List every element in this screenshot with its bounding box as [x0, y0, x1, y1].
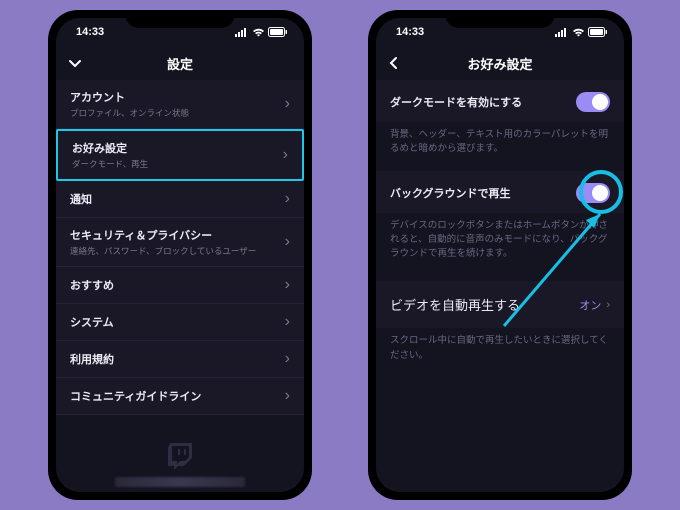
darkmode-toggle[interactable]	[576, 92, 610, 112]
back-button[interactable]	[386, 55, 402, 71]
status-icons	[235, 27, 288, 37]
row-bgplay: バックグラウンドで再生	[376, 171, 624, 213]
page-title: お好み設定	[467, 54, 532, 73]
row-system[interactable]: システム›	[56, 304, 304, 341]
notch	[445, 10, 555, 28]
chevron-right-icon: ›	[285, 387, 290, 405]
twitch-icon	[166, 441, 194, 471]
username-blurred	[115, 477, 245, 487]
battery-icon	[268, 27, 288, 37]
notch	[125, 10, 235, 28]
row-notifications[interactable]: 通知›	[56, 181, 304, 218]
status-time: 14:33	[392, 26, 424, 38]
darkmode-label: ダークモードを有効にする	[390, 94, 522, 110]
phone-right: 14:33 お好み設定 ダークモードを有効にする 背景、ヘッダー、テキスト用のカ…	[368, 10, 632, 500]
wifi-icon	[572, 28, 585, 37]
autoplay-value: オン›	[579, 297, 610, 313]
autoplay-label: ビデオを自動再生する	[390, 295, 520, 314]
row-account[interactable]: アカウントプロファイル、オンライン状態›	[56, 80, 304, 129]
row-terms[interactable]: 利用規約›	[56, 341, 304, 378]
chevron-right-icon: ›	[285, 276, 290, 294]
row-preferences[interactable]: お好み設定ダークモード、再生›	[56, 129, 304, 181]
bgplay-desc: デバイスのロックボタンまたはホームボタンが押されると、自動的に音声のみモードにな…	[376, 213, 624, 276]
status-time: 14:33	[72, 26, 104, 38]
signal-icon	[235, 28, 249, 37]
battery-icon	[588, 27, 608, 37]
preferences-content[interactable]: ダークモードを有効にする 背景、ヘッダー、テキスト用のカラーパレットを明るめと暗…	[376, 80, 624, 385]
row-guidelines[interactable]: コミュニティガイドライン›	[56, 378, 304, 415]
wifi-icon	[252, 28, 265, 37]
chevron-right-icon: ›	[285, 190, 290, 208]
nav-bar: お好み設定	[376, 46, 624, 80]
signal-icon	[555, 28, 569, 37]
row-recommend[interactable]: おすすめ›	[56, 267, 304, 304]
chevron-right-icon: ›	[285, 233, 290, 251]
chevron-right-icon: ›	[283, 146, 288, 164]
phone-left: 14:33 設定 アカウントプロファイル、オンライン状態› お好み設定ダークモー…	[48, 10, 312, 500]
back-button[interactable]	[66, 54, 84, 72]
status-icons	[555, 27, 608, 37]
chevron-down-icon	[66, 54, 84, 72]
row-darkmode: ダークモードを有効にする	[376, 80, 624, 122]
darkmode-desc: 背景、ヘッダー、テキスト用のカラーパレットを明るめと暗めから選びます。	[376, 122, 624, 171]
chevron-right-icon: ›	[285, 95, 290, 113]
screen-left: 14:33 設定 アカウントプロファイル、オンライン状態› お好み設定ダークモー…	[56, 18, 304, 492]
row-security[interactable]: セキュリティ＆プライバシー連絡先、パスワード、ブロックしているユーザー›	[56, 218, 304, 267]
chevron-right-icon: ›	[285, 350, 290, 368]
chevron-right-icon: ›	[285, 313, 290, 331]
bgplay-label: バックグラウンドで再生	[390, 185, 511, 201]
nav-bar: 設定	[56, 46, 304, 80]
chevron-right-icon: ›	[606, 299, 610, 311]
bgplay-toggle[interactable]	[576, 183, 610, 203]
page-title: 設定	[167, 54, 193, 73]
autoplay-desc: スクロール中に自動で再生したいときに選択してください。	[376, 328, 624, 377]
row-autoplay[interactable]: ビデオを自動再生する オン›	[376, 281, 624, 328]
settings-list[interactable]: アカウントプロファイル、オンライン状態› お好み設定ダークモード、再生› 通知›…	[56, 80, 304, 492]
logo-area	[56, 441, 304, 487]
screen-right: 14:33 お好み設定 ダークモードを有効にする 背景、ヘッダー、テキスト用のカ…	[376, 18, 624, 492]
chevron-left-icon	[386, 55, 402, 71]
